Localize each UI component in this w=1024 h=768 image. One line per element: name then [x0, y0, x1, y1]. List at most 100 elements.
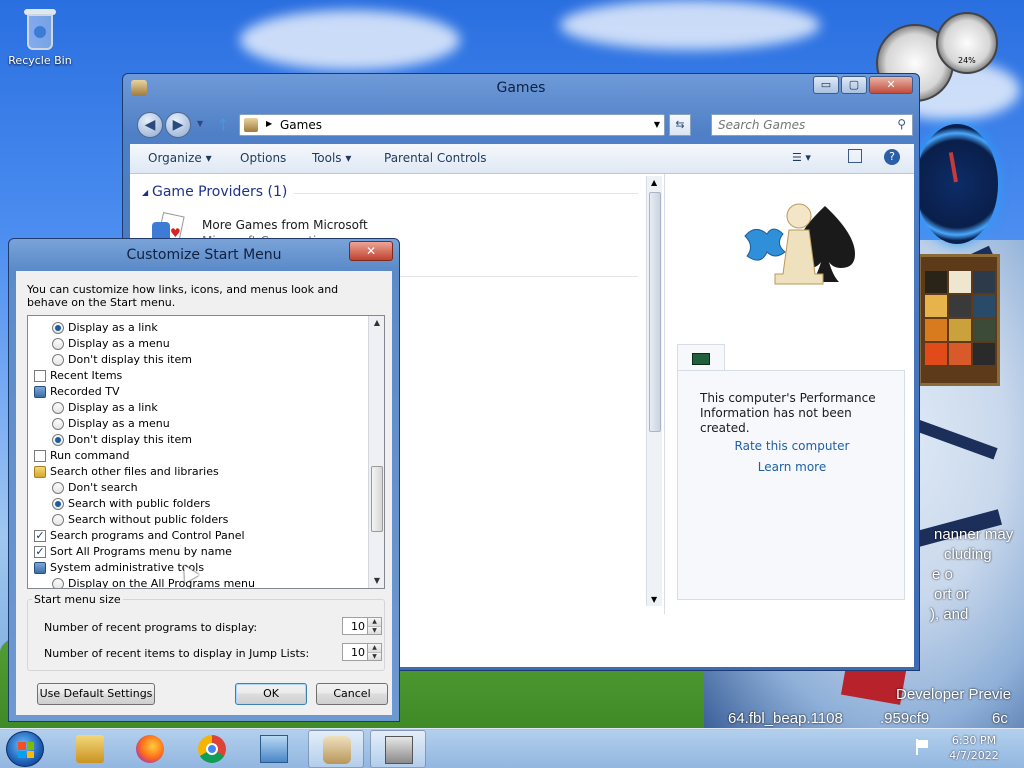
breadcrumb[interactable]: Games: [280, 118, 322, 132]
option-checkbox[interactable]: Recent Items: [28, 368, 366, 384]
breadcrumb-chevron-icon[interactable]: ▶: [266, 119, 272, 128]
options-scrollbar[interactable]: ▲ ▼: [368, 316, 384, 588]
game-provider-item[interactable]: More Games from Microsoft: [202, 218, 368, 232]
radio-button[interactable]: [52, 514, 64, 526]
taskbar-chrome[interactable]: [184, 730, 240, 768]
performance-meter-icon: [692, 353, 710, 365]
back-button[interactable]: ◀: [137, 112, 163, 138]
organize-menu[interactable]: Organize ▾: [148, 151, 212, 165]
preview-pane-icon[interactable]: [848, 149, 862, 163]
radio-button[interactable]: [52, 402, 64, 414]
change-view-icon[interactable]: ☰ ▾: [792, 151, 811, 164]
start-button[interactable]: [6, 731, 44, 767]
recent-items-input[interactable]: [345, 645, 367, 659]
taskbar-control-panel[interactable]: [246, 730, 302, 768]
address-dropdown-icon[interactable]: ▼: [654, 120, 660, 129]
option-radio[interactable]: Don't display this item: [28, 352, 366, 368]
checkbox[interactable]: ✓: [34, 546, 46, 558]
options-button[interactable]: Options: [240, 151, 286, 165]
memory-meter-gadget[interactable]: 24%: [936, 12, 998, 74]
dialog-close-button[interactable]: ✕: [349, 241, 393, 261]
performance-tab[interactable]: [677, 344, 725, 372]
checkbox[interactable]: [34, 450, 46, 462]
scrollbar-thumb[interactable]: [649, 192, 661, 432]
recent-items-stepper[interactable]: ▲ ▼: [342, 643, 382, 661]
scroll-down-arrow[interactable]: ▼: [651, 595, 657, 604]
option-label: Sort All Programs menu by name: [50, 545, 232, 558]
close-button[interactable]: ✕: [869, 76, 913, 94]
increment-button[interactable]: ▲: [367, 618, 381, 626]
decrement-button[interactable]: ▼: [367, 652, 381, 660]
action-center-flag-icon[interactable]: [916, 739, 930, 755]
picture-puzzle-gadget[interactable]: [918, 254, 1000, 386]
taskbar-explorer[interactable]: [62, 730, 118, 768]
parental-controls-button[interactable]: Parental Controls: [384, 151, 487, 165]
option-radio[interactable]: Search without public folders: [28, 512, 366, 528]
forward-button[interactable]: ▶: [165, 112, 191, 138]
option-label: Don't display this item: [68, 433, 192, 446]
rate-computer-link[interactable]: Rate this computer: [678, 439, 906, 453]
option-checkbox[interactable]: ✓ Search programs and Control Panel: [28, 528, 366, 544]
help-icon[interactable]: ?: [884, 149, 900, 165]
address-bar[interactable]: ▶ Games ▼: [239, 114, 665, 136]
option-checkbox[interactable]: Run command: [28, 448, 366, 464]
watermark-line: 6c: [992, 710, 1008, 727]
up-arrow-icon[interactable]: 🡑: [219, 114, 227, 141]
checkbox[interactable]: ✓: [34, 530, 46, 542]
watermark-line: ort or: [934, 586, 970, 603]
taskbar-games[interactable]: [308, 730, 364, 768]
collapse-section-icon[interactable]: ◢: [142, 188, 148, 197]
scrollbar[interactable]: ▲ ▼: [646, 176, 662, 606]
recent-programs-stepper[interactable]: ▲ ▼: [342, 617, 382, 635]
radio-button[interactable]: [52, 434, 64, 446]
start-menu-options-list[interactable]: ▲ ▼ Display as a link Display as a menu Do…: [27, 315, 385, 589]
option-radio[interactable]: Display as a menu: [28, 416, 366, 432]
radio-button[interactable]: [52, 578, 64, 588]
radio-button[interactable]: [52, 354, 64, 366]
minimize-button[interactable]: ▭: [813, 76, 839, 94]
option-radio[interactable]: Don't display this item: [28, 432, 366, 448]
option-radio[interactable]: Search with public folders: [28, 496, 366, 512]
checkbox[interactable]: [34, 370, 46, 382]
recycle-bin-icon: [23, 6, 57, 52]
radio-button[interactable]: [52, 482, 64, 494]
search-box[interactable]: ⚲: [711, 114, 913, 136]
option-checkbox[interactable]: ✓ Sort All Programs menu by name: [28, 544, 366, 560]
taskbar-clock[interactable]: 6:30 PM 4/7/2022: [942, 733, 1006, 763]
radio-button[interactable]: [52, 322, 64, 334]
maximize-button[interactable]: ▢: [841, 76, 867, 94]
clock-gadget[interactable]: [916, 124, 998, 244]
taskbar-system-settings[interactable]: [370, 730, 426, 768]
search-input[interactable]: [712, 115, 882, 135]
increment-button[interactable]: ▲: [367, 644, 381, 652]
option-category: Search other files and libraries: [28, 464, 366, 480]
use-default-settings-button[interactable]: Use Default Settings: [37, 683, 155, 705]
cancel-button[interactable]: Cancel: [316, 683, 388, 705]
taskbar-firefox[interactable]: [122, 730, 178, 768]
recycle-bin[interactable]: Recycle Bin: [4, 6, 76, 67]
search-icon[interactable]: ⚲: [897, 117, 906, 131]
radio-button[interactable]: [52, 418, 64, 430]
ok-button[interactable]: OK: [235, 683, 307, 705]
refresh-button[interactable]: ⇆: [669, 114, 691, 136]
option-radio[interactable]: Display as a link: [28, 400, 366, 416]
section-heading[interactable]: Game Providers (1): [152, 184, 287, 200]
option-radio[interactable]: Display as a menu: [28, 336, 366, 352]
option-label: Display as a link: [68, 321, 158, 334]
tools-menu[interactable]: Tools ▾: [312, 151, 351, 165]
option-radio[interactable]: Don't search: [28, 480, 366, 496]
option-label: Search without public folders: [68, 513, 229, 526]
learn-more-link[interactable]: Learn more: [678, 460, 906, 474]
radio-button[interactable]: [52, 498, 64, 510]
scroll-down-arrow[interactable]: ▼: [369, 574, 384, 588]
decrement-button[interactable]: ▼: [367, 626, 381, 634]
radio-button[interactable]: [52, 338, 64, 350]
option-radio[interactable]: Display as a link: [28, 320, 366, 336]
scroll-up-arrow[interactable]: ▲: [651, 178, 657, 187]
option-radio[interactable]: Display on the All Programs menu: [28, 576, 366, 588]
recent-pages-dropdown[interactable]: ▼: [197, 119, 203, 128]
scrollbar-thumb[interactable]: [371, 466, 383, 532]
recent-programs-input[interactable]: [345, 619, 367, 633]
dialog-title: Customize Start Menu: [126, 247, 282, 263]
scroll-up-arrow[interactable]: ▲: [369, 316, 384, 330]
